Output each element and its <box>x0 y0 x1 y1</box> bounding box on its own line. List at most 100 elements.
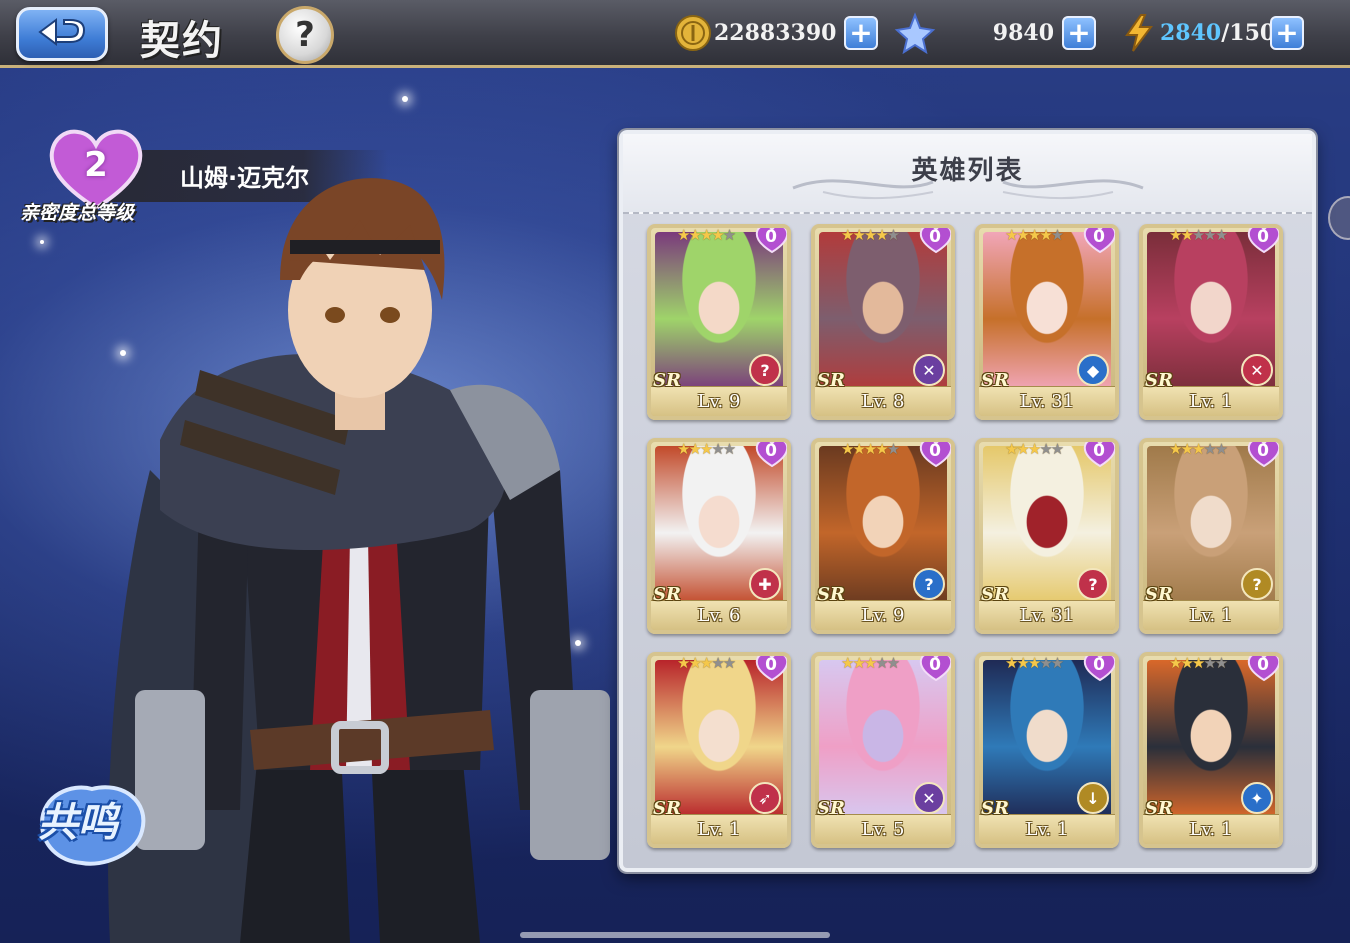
hero-card[interactable]: ★★★★★ 0? SR Lv. 31 <box>975 438 1119 634</box>
intimacy-count: 0 <box>765 441 777 461</box>
rarity-badge: SR <box>981 370 1009 391</box>
stamina-max: /150 <box>1221 20 1276 46</box>
hero-card[interactable]: ★★★★★ 0 ✦ SR Lv. 1 <box>1139 652 1283 848</box>
add-gold-button[interactable]: + <box>844 16 878 50</box>
crystal-resource: 9840 + <box>894 12 1096 54</box>
star-rating: ★★★★★ <box>1005 654 1064 672</box>
star-rating: ★★★★★ <box>841 654 900 672</box>
intimacy-count: 0 <box>1093 227 1105 247</box>
star-rating: ★★★★★ <box>841 226 900 244</box>
intimacy-count: 0 <box>1093 655 1105 675</box>
support-role-icon: ? <box>1077 568 1109 600</box>
rarity-badge: SR <box>1145 370 1173 391</box>
rarity-badge: SR <box>1145 584 1173 605</box>
add-crystal-button[interactable]: + <box>1062 16 1096 50</box>
rarity-badge: SR <box>653 584 681 605</box>
gold-coin-icon <box>672 12 714 54</box>
stamina-value: 2840/150 <box>1160 20 1275 46</box>
intimacy-count: 0 <box>929 227 941 247</box>
hero-card[interactable]: ★★★★★ 0 ✕ SR Lv. 5 <box>811 652 955 848</box>
hero-level: Lv. 1 <box>1189 391 1233 412</box>
rarity-badge: SR <box>981 798 1009 819</box>
melee-role-icon: ✕ <box>913 782 945 814</box>
hero-character-art <box>108 178 610 943</box>
rarity-badge: SR <box>981 584 1009 605</box>
star-rating: ★★★★★ <box>841 440 900 458</box>
rarity-badge: SR <box>817 798 845 819</box>
home-indicator <box>520 932 830 938</box>
ranged-role-icon: ➶ <box>749 782 781 814</box>
support-role-icon: ? <box>1241 568 1273 600</box>
hero-card[interactable]: ★★★★★ 0? SR Lv. 9 <box>647 224 791 420</box>
hero-card[interactable]: ★★★★★ 0 ↓ SR Lv. 1 <box>975 652 1119 848</box>
star-rating: ★★★★★ <box>677 440 736 458</box>
star-rating: ★★★★★ <box>1169 226 1228 244</box>
hero-card[interactable]: ★★★★★ 0 ✕ SR Lv. 8 <box>811 224 955 420</box>
hero-card[interactable]: ★★★★★ 0 ✕ SR Lv. 1 <box>1139 224 1283 420</box>
hero-list-panel: 英雄列表 ★★★★★ 0? SR Lv. 9 ★★★★★ 0 ✕ SR Lv. 8 ★★★★★ 0 ◆… <box>619 130 1316 872</box>
hero-level: Lv. 5 <box>861 819 905 840</box>
hero-grid: ★★★★★ 0? SR Lv. 9 ★★★★★ 0 ✕ SR Lv. 8 ★★★★★ 0 ◆ SR Lv.… <box>647 224 1297 848</box>
hero-level: Lv. 8 <box>861 391 905 412</box>
back-arrow-icon <box>38 18 86 46</box>
crystal-value: 9840 <box>992 20 1054 46</box>
intimacy-count: 0 <box>765 227 777 247</box>
intimacy-count: 0 <box>1257 441 1269 461</box>
intimacy-count: 0 <box>1257 655 1269 675</box>
star-rating: ★★★★★ <box>1169 654 1228 672</box>
hero-level: Lv. 31 <box>1019 391 1075 412</box>
intimacy-count: 0 <box>929 441 941 461</box>
star-rating: ★★★★★ <box>1169 440 1228 458</box>
star-crystal-icon <box>894 12 936 54</box>
stamina-current: 2840 <box>1160 20 1222 46</box>
hero-card[interactable]: ★★★★★ 0? SR Lv. 9 <box>811 438 955 634</box>
top-bar: 契约 ? 22883390 + 9840 + 2840/150 + <box>0 0 1350 68</box>
dps-role-icon: ↓ <box>1077 782 1109 814</box>
hero-card[interactable]: ★★★★★ 0? SR Lv. 1 <box>1139 438 1283 634</box>
rarity-badge: SR <box>817 370 845 391</box>
star-rating: ★★★★★ <box>1005 226 1064 244</box>
sparkle <box>402 96 408 102</box>
hero-list-header: 英雄列表 <box>623 134 1312 214</box>
hero-level: Lv. 9 <box>697 391 741 412</box>
rarity-badge: SR <box>653 370 681 391</box>
rarity-badge: SR <box>817 584 845 605</box>
hero-card[interactable]: ★★★★★ 0 ➶ SR Lv. 1 <box>647 652 791 848</box>
hero-level: Lv. 31 <box>1019 605 1075 626</box>
gold-value: 22883390 <box>714 20 837 46</box>
support-role-icon: ? <box>913 568 945 600</box>
gold-resource: 22883390 + <box>672 12 878 54</box>
intimacy-count: 0 <box>1093 441 1105 461</box>
back-button[interactable] <box>16 7 108 61</box>
mage-role-icon: ✦ <box>1241 782 1273 814</box>
star-rating: ★★★★★ <box>1005 440 1064 458</box>
support-role-icon: ? <box>749 354 781 386</box>
help-button[interactable]: ? <box>276 6 334 64</box>
sparkle <box>40 240 44 244</box>
melee-role-icon: ✕ <box>1241 354 1273 386</box>
resonate-button[interactable]: 共鸣 <box>38 790 118 848</box>
intimacy-count: 0 <box>929 655 941 675</box>
hero-level: Lv. 6 <box>697 605 741 626</box>
hero-level: Lv. 1 <box>1189 819 1233 840</box>
rarity-badge: SR <box>653 798 681 819</box>
stamina-resource: 2840/150 + <box>1118 12 1304 54</box>
add-stamina-button[interactable]: + <box>1270 16 1304 50</box>
page-title: 契约 <box>140 17 224 64</box>
intimacy-count: 0 <box>1257 227 1269 247</box>
hero-level: Lv. 9 <box>861 605 905 626</box>
lightning-icon <box>1118 12 1160 54</box>
hero-level: Lv. 1 <box>697 819 741 840</box>
intimacy-count: 0 <box>765 655 777 675</box>
star-rating: ★★★★★ <box>677 226 736 244</box>
star-rating: ★★★★★ <box>677 654 736 672</box>
hero-list-title: 英雄列表 <box>911 156 1024 186</box>
healer-role-icon: ✚ <box>749 568 781 600</box>
hero-level: Lv. 1 <box>1189 605 1233 626</box>
hero-card[interactable]: ★★★★★ 0 ◆ SR Lv. 31 <box>975 224 1119 420</box>
rarity-badge: SR <box>1145 798 1173 819</box>
melee-role-icon: ✕ <box>913 354 945 386</box>
hero-card[interactable]: ★★★★★ 0 ✚ SR Lv. 6 <box>647 438 791 634</box>
hero-level: Lv. 1 <box>1025 819 1069 840</box>
tank-role-icon: ◆ <box>1077 354 1109 386</box>
